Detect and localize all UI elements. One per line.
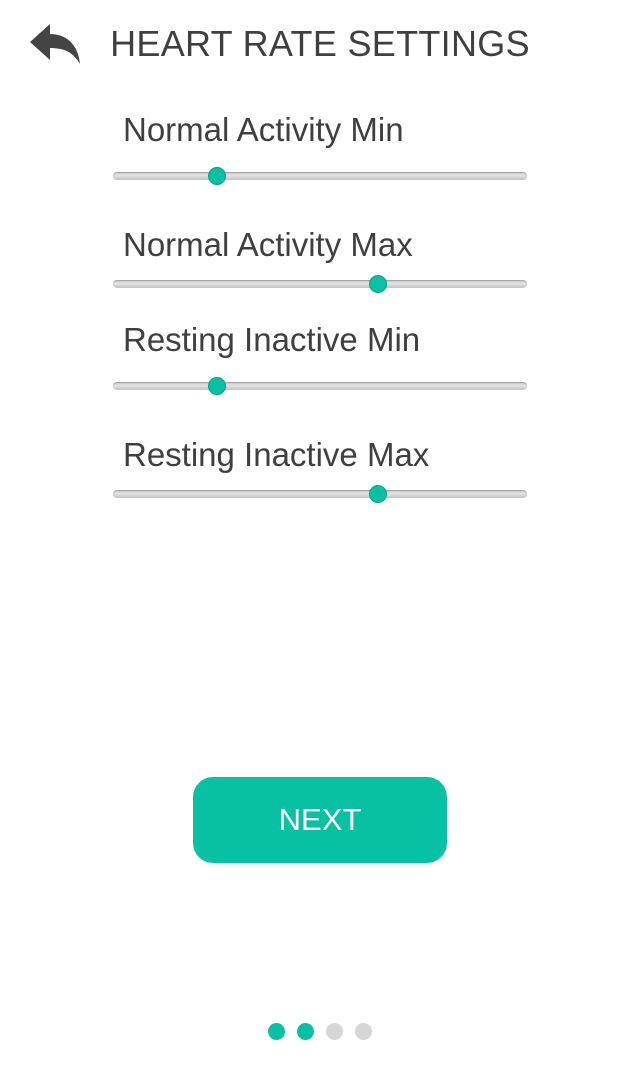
slider-label: Normal Activity Min bbox=[123, 111, 404, 148]
slider-track[interactable] bbox=[113, 485, 527, 503]
page-dot-3[interactable] bbox=[326, 1023, 343, 1040]
slider-track[interactable] bbox=[113, 167, 527, 185]
page-indicator bbox=[0, 1023, 640, 1043]
slider-thumb[interactable] bbox=[207, 377, 226, 395]
slider-thumb[interactable] bbox=[368, 275, 387, 293]
slider-thumb[interactable] bbox=[368, 485, 387, 503]
slider-list: Normal Activity Min Normal Activity Max … bbox=[0, 0, 640, 560]
page-dot-4[interactable] bbox=[355, 1023, 372, 1040]
slider-thumb[interactable] bbox=[207, 167, 226, 185]
slider-label: Normal Activity Max bbox=[123, 226, 413, 263]
page-dot-1[interactable] bbox=[268, 1023, 285, 1040]
slider-label: Resting Inactive Min bbox=[123, 321, 421, 358]
next-button[interactable]: NEXT bbox=[193, 777, 447, 863]
slider-track[interactable] bbox=[113, 377, 527, 395]
page-dot-2[interactable] bbox=[297, 1023, 314, 1040]
slider-label: Resting Inactive Max bbox=[123, 436, 430, 473]
slider-track[interactable] bbox=[113, 275, 527, 293]
